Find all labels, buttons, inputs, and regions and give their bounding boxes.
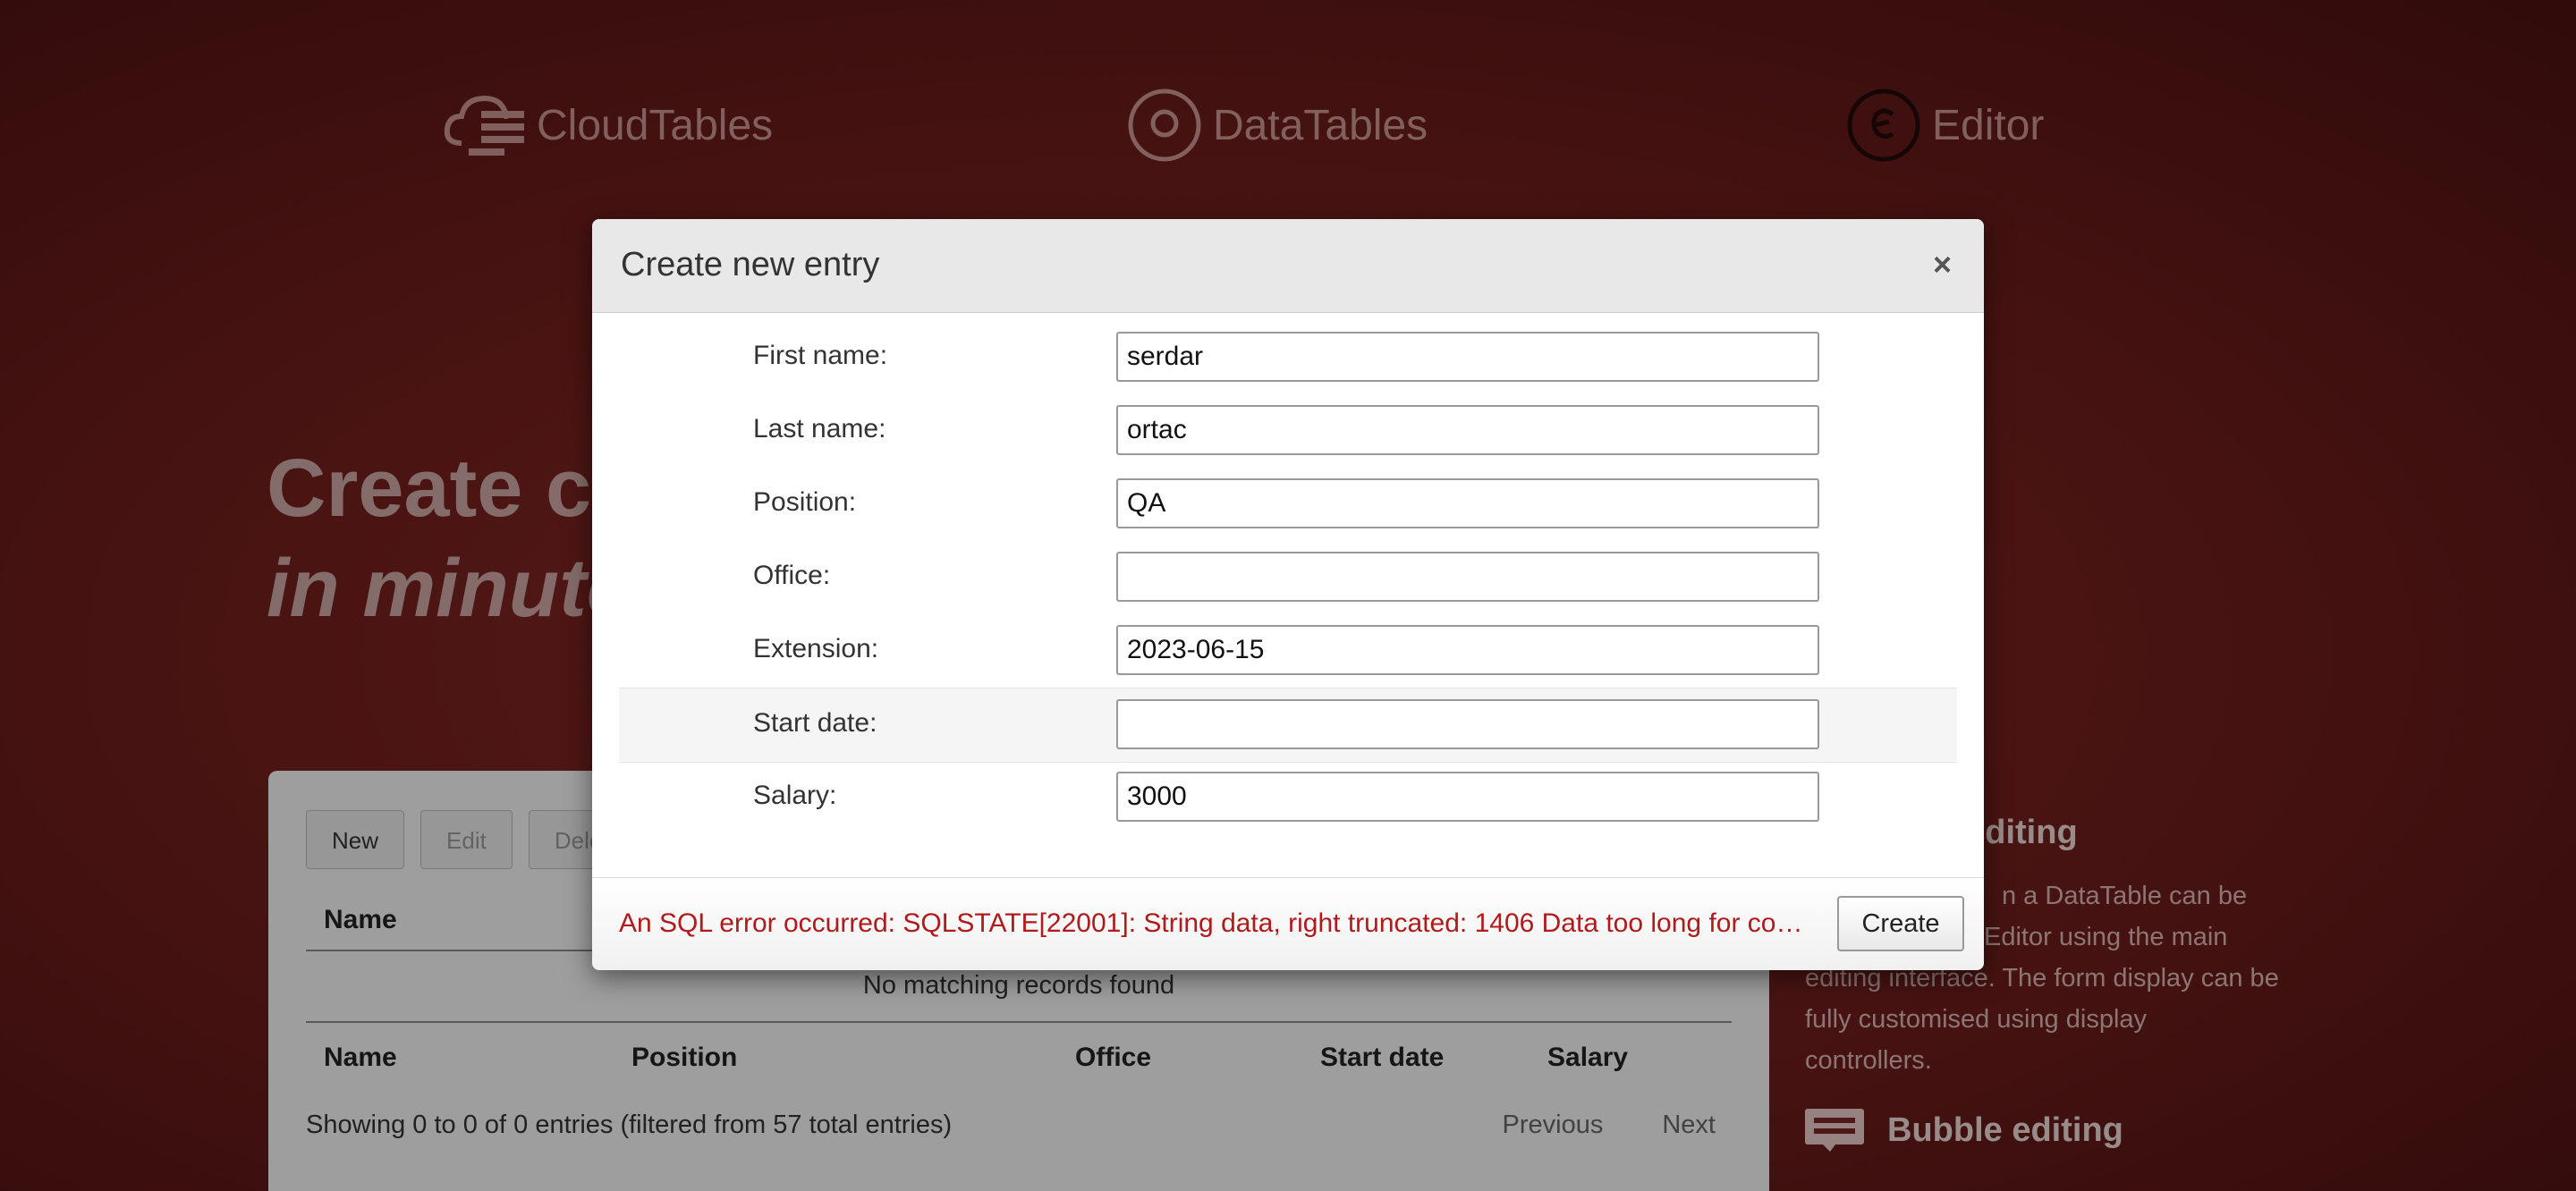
first-name-input[interactable]	[1116, 332, 1819, 382]
position-label: Position:	[753, 487, 857, 517]
position-input[interactable]	[1116, 478, 1819, 528]
field-first-name: First name:	[619, 321, 1957, 394]
create-entry-dialog: Create new entry × First name: Last name…	[592, 219, 1984, 970]
dialog-header: Create new entry ×	[592, 219, 1984, 313]
field-start-date: Start date:	[619, 688, 1957, 763]
field-position: Position:	[619, 468, 1957, 541]
error-message: An SQL error occurred: SQLSTATE[22001]: …	[619, 908, 1809, 938]
first-name-label: First name:	[753, 341, 888, 370]
last-name-label: Last name:	[753, 414, 886, 443]
extension-label: Extension:	[753, 634, 879, 663]
field-office: Office:	[619, 541, 1957, 614]
dialog-form: First name: Last name: Position: Office:…	[592, 312, 1984, 874]
field-extension: Extension:	[619, 614, 1957, 688]
create-button[interactable]: Create	[1837, 896, 1964, 951]
office-label: Office:	[753, 561, 831, 590]
close-icon[interactable]: ×	[1933, 246, 1952, 283]
dialog-title: Create new entry	[621, 246, 880, 283]
extension-input[interactable]	[1116, 625, 1819, 675]
field-salary: Salary:	[619, 761, 1957, 834]
start-date-input[interactable]	[1116, 699, 1819, 749]
start-date-label: Start date:	[753, 708, 877, 738]
field-last-name: Last name:	[619, 394, 1957, 468]
dialog-footer: An SQL error occurred: SQLSTATE[22001]: …	[592, 877, 1984, 970]
salary-input[interactable]	[1116, 772, 1819, 822]
last-name-input[interactable]	[1116, 405, 1819, 455]
salary-label: Salary:	[753, 781, 837, 810]
office-input[interactable]	[1116, 552, 1819, 602]
